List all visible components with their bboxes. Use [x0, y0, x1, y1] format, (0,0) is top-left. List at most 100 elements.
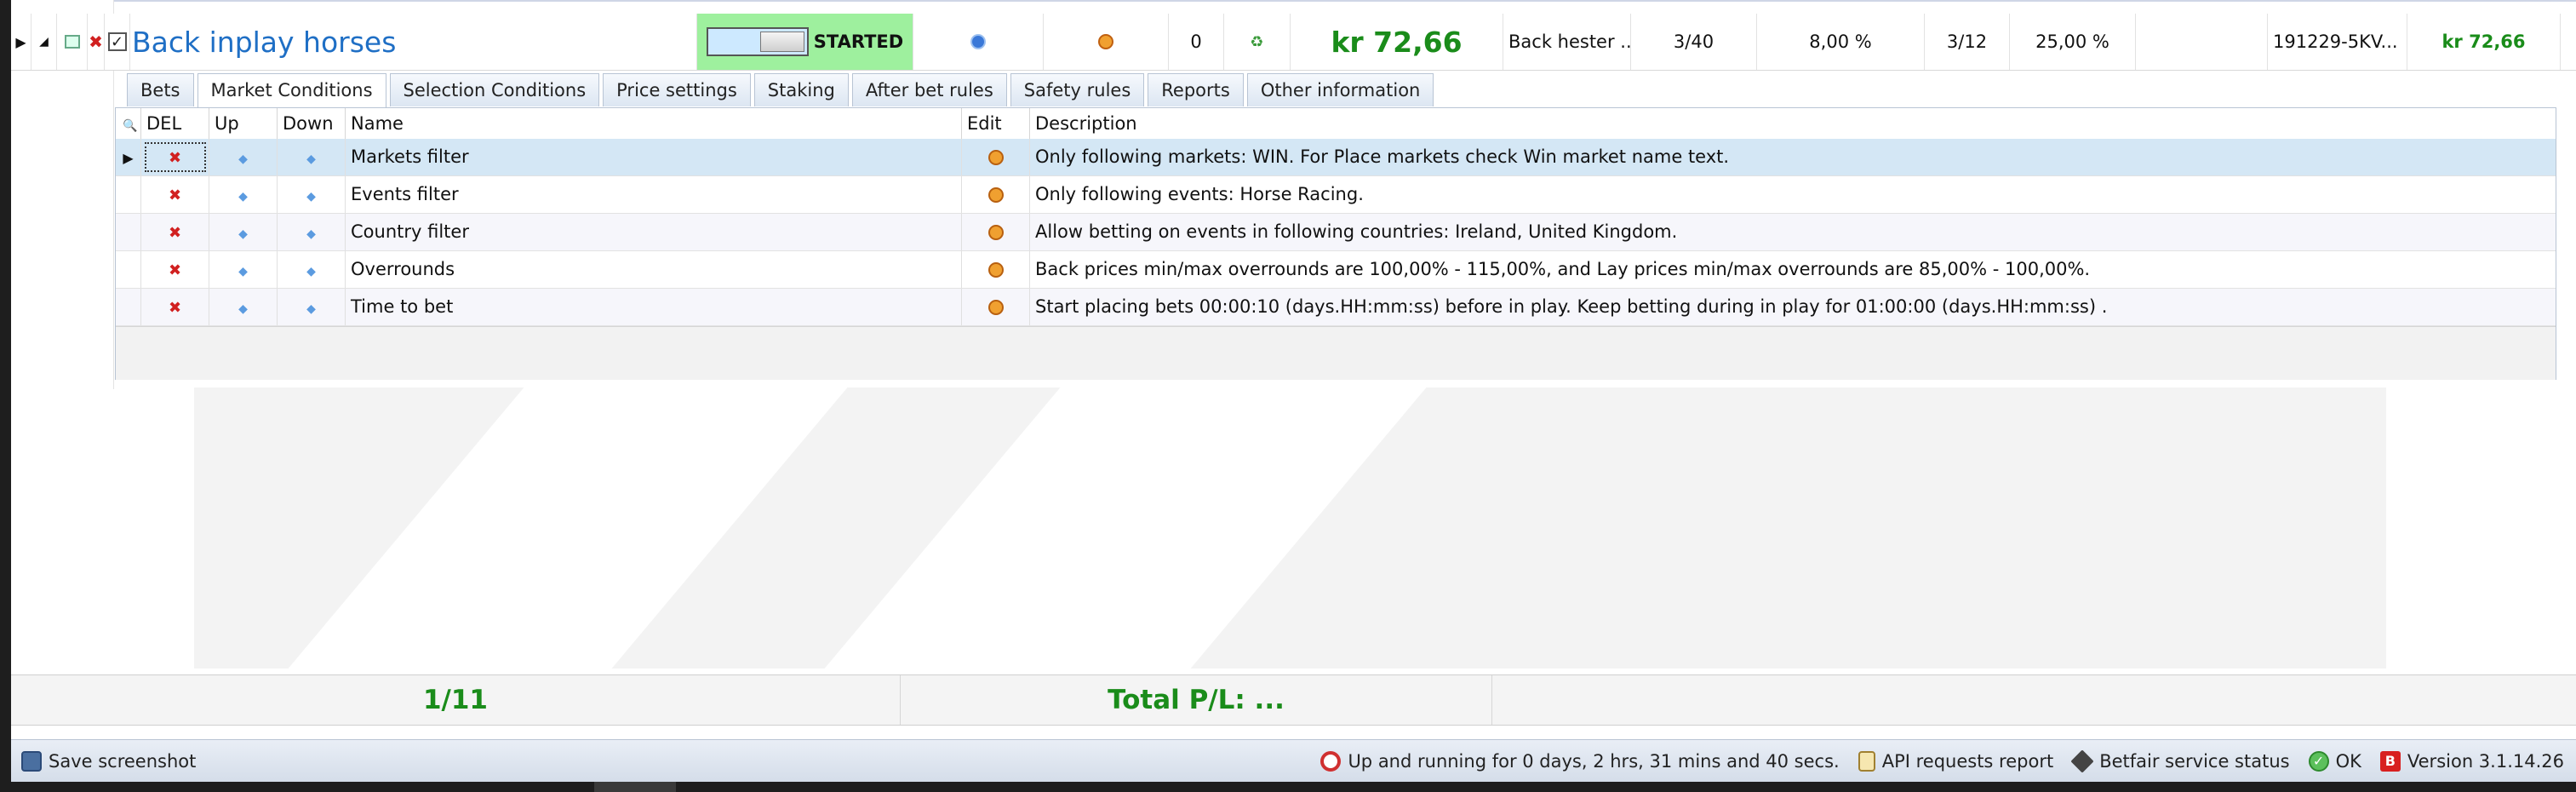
col-name[interactable]: Name	[346, 108, 962, 139]
move-up-button[interactable]: ◆	[209, 214, 278, 250]
move-down-button[interactable]: ◆	[278, 139, 346, 175]
version-info[interactable]: B Version 3.1.14.26	[2379, 751, 2564, 772]
col-down[interactable]: Down	[278, 108, 346, 139]
delete-x-icon[interactable]: ✖	[169, 224, 181, 242]
expand-triangle-icon[interactable]: ▶	[15, 34, 26, 50]
delete-condition-button[interactable]: ✖	[141, 139, 209, 175]
condition-row[interactable]: ▶ ✖ ◆ ◆ Markets filter Only following ma…	[116, 139, 2556, 176]
move-up-button[interactable]: ◆	[209, 289, 278, 325]
edit-cell[interactable]	[1044, 14, 1169, 70]
delete-condition-button[interactable]: ✖	[141, 214, 209, 250]
col-edit[interactable]: Edit	[962, 108, 1030, 139]
delete-condition-button[interactable]: ✖	[141, 176, 209, 213]
move-down-button[interactable]: ◆	[278, 251, 346, 288]
row-expander[interactable]: ▶	[11, 14, 31, 70]
delete-x-icon[interactable]: ✖	[169, 299, 181, 317]
edit-icon[interactable]	[1098, 34, 1113, 49]
condition-row[interactable]: ✖ ◆ ◆ Country filter Allow betting on ev…	[116, 214, 2556, 251]
search-icon[interactable]: 🔍	[123, 119, 137, 133]
move-up-button[interactable]: ◆	[209, 176, 278, 213]
edit-icon[interactable]	[987, 300, 1004, 315]
checkbox-checked-icon[interactable]: ✓	[107, 32, 127, 51]
background-watermark	[194, 387, 2386, 669]
move-down-arrow-icon[interactable]: ◆	[306, 152, 316, 166]
edit-condition-button[interactable]	[962, 289, 1030, 325]
edit-icon[interactable]	[987, 187, 1004, 203]
api-requests-report-button[interactable]: API requests report	[1858, 751, 2053, 772]
move-down-arrow-icon[interactable]: ◆	[306, 265, 316, 278]
condition-row[interactable]: ✖ ◆ ◆ Overrounds Back prices min/max ove…	[116, 251, 2556, 289]
collapse-triangle-icon[interactable]: ◢	[39, 35, 49, 49]
strategy-row[interactable]: ▶ ◢ ✖ ✓ Back inplay horses STARTED 0 ♻ k…	[11, 14, 2576, 71]
ok-label[interactable]: OK	[2336, 751, 2361, 772]
condition-name: Overrounds	[346, 251, 962, 288]
delete-x-icon[interactable]: ✖	[89, 32, 103, 52]
tab-selection-conditions[interactable]: Selection Conditions	[389, 73, 600, 106]
service-status-label[interactable]: Betfair service status	[2099, 751, 2289, 772]
move-down-button[interactable]: ◆	[278, 176, 346, 213]
refresh-cell[interactable]: ♻	[1224, 14, 1291, 70]
move-up-arrow-icon[interactable]: ◆	[238, 265, 248, 278]
move-down-arrow-icon[interactable]: ◆	[306, 190, 316, 204]
delete-x-icon[interactable]: ✖	[169, 261, 181, 279]
move-down-button[interactable]: ◆	[278, 289, 346, 325]
move-up-arrow-icon[interactable]: ◆	[238, 227, 248, 241]
edit-icon[interactable]	[987, 150, 1004, 165]
toggle-switch[interactable]	[706, 27, 809, 56]
tab-price-settings[interactable]: Price settings	[603, 73, 751, 106]
col-description[interactable]: Description	[1030, 108, 2556, 139]
move-up-button[interactable]: ◆	[209, 139, 278, 175]
strategy-name[interactable]: Back inplay horses	[130, 14, 697, 70]
ok-status[interactable]: ✓ OK	[2308, 751, 2361, 772]
info-cell[interactable]	[913, 14, 1044, 70]
condition-row[interactable]: ✖ ◆ ◆ Time to bet Start placing bets 00:…	[116, 289, 2556, 326]
tab-market-conditions[interactable]: Market Conditions	[197, 73, 386, 108]
api-report-label[interactable]: API requests report	[1882, 751, 2053, 772]
move-up-arrow-icon[interactable]: ◆	[238, 302, 248, 316]
delete-x-icon[interactable]: ✖	[169, 149, 181, 167]
edit-condition-button[interactable]	[962, 176, 1030, 213]
delete-x-icon[interactable]: ✖	[169, 187, 181, 204]
tab-other-information[interactable]: Other information	[1246, 73, 1434, 106]
toggle-knob[interactable]	[759, 32, 804, 52]
grid-search-cell[interactable]: 🔍	[116, 108, 141, 139]
plug-icon[interactable]	[2070, 749, 2094, 773]
save-screenshot-button[interactable]: Save screenshot	[21, 751, 196, 772]
move-down-button[interactable]: ◆	[278, 214, 346, 250]
tab-bets[interactable]: Bets	[127, 73, 194, 106]
strategy-checkbox[interactable]: ✓	[105, 14, 130, 70]
col-up[interactable]: Up	[209, 108, 278, 139]
tab-staking[interactable]: Staking	[753, 73, 849, 106]
start-stop-toggle[interactable]: STARTED	[697, 14, 913, 70]
move-down-arrow-icon[interactable]: ◆	[306, 227, 316, 241]
ratio-a: 3/40	[1631, 14, 1757, 70]
tab-reports[interactable]: Reports	[1148, 73, 1244, 106]
info-icon[interactable]	[970, 34, 986, 49]
col-del[interactable]: DEL	[141, 108, 209, 139]
move-down-arrow-icon[interactable]: ◆	[306, 302, 316, 316]
condition-name: Time to bet	[346, 289, 962, 325]
clipboard-icon[interactable]	[1858, 751, 1875, 772]
move-up-button[interactable]: ◆	[209, 251, 278, 288]
save-icon[interactable]	[21, 751, 42, 772]
delete-strategy-button[interactable]: ✖	[88, 14, 105, 70]
edit-icon[interactable]	[987, 262, 1004, 278]
strategy-image-icon[interactable]	[57, 14, 88, 70]
condition-row[interactable]: ✖ ◆ ◆ Events filter Only following event…	[116, 176, 2556, 214]
delete-condition-button[interactable]: ✖	[141, 251, 209, 288]
tab-after-bet-rules[interactable]: After bet rules	[851, 73, 1007, 106]
collapse-toggle[interactable]: ◢	[31, 14, 57, 70]
edit-condition-button[interactable]	[962, 139, 1030, 175]
save-screenshot-label[interactable]: Save screenshot	[49, 751, 196, 772]
edit-condition-button[interactable]	[962, 214, 1030, 250]
edit-icon[interactable]	[987, 225, 1004, 240]
refresh-icon[interactable]: ♻	[1250, 33, 1263, 51]
check-circle-icon[interactable]: ✓	[2308, 751, 2329, 772]
betfair-service-status-button[interactable]: Betfair service status	[2070, 749, 2290, 773]
move-up-arrow-icon[interactable]: ◆	[238, 152, 248, 166]
percentage-a: 8,00 %	[1757, 14, 1925, 70]
edit-condition-button[interactable]	[962, 251, 1030, 288]
tab-safety-rules[interactable]: Safety rules	[1010, 73, 1145, 106]
move-up-arrow-icon[interactable]: ◆	[238, 190, 248, 204]
delete-condition-button[interactable]: ✖	[141, 289, 209, 325]
